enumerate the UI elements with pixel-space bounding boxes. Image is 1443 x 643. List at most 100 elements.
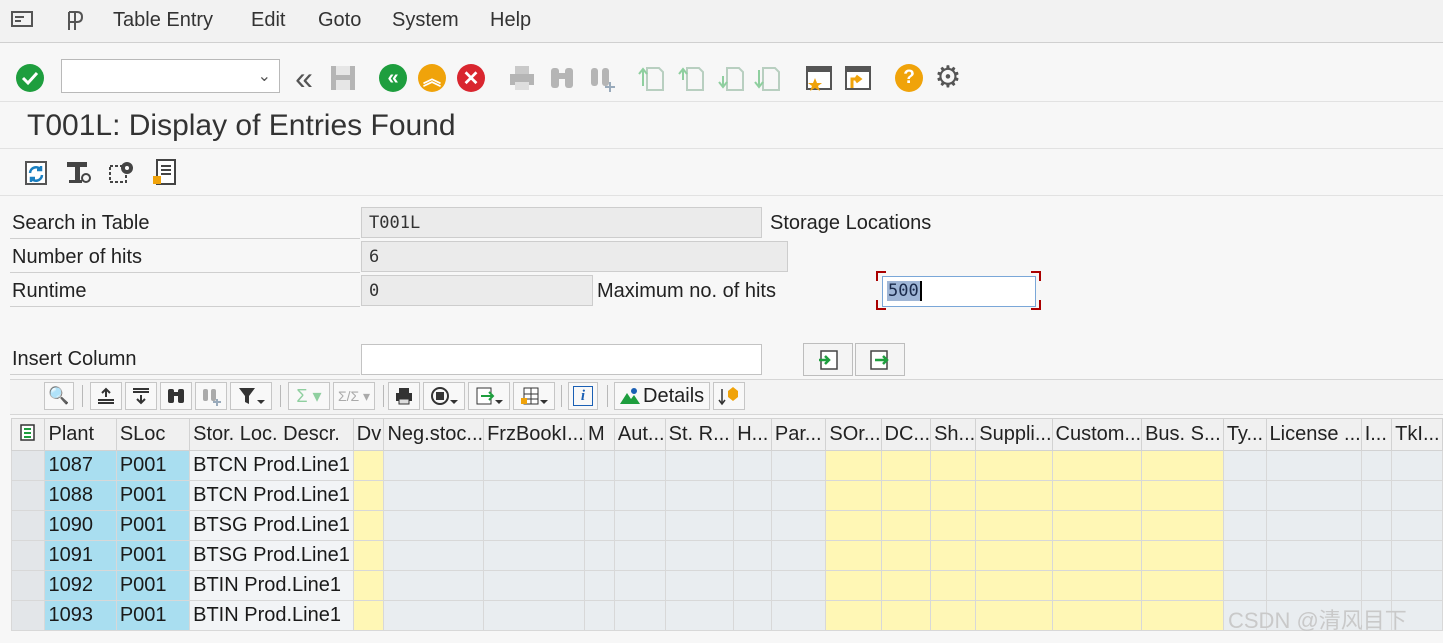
details-view-button[interactable]: 🔍 (44, 382, 74, 410)
first-page-icon[interactable] (636, 63, 666, 93)
table-row[interactable]: 1087 P001 BTCN Prod.Line1 (10, 450, 1443, 481)
table-cell[interactable] (1222, 510, 1267, 541)
table-cell[interactable] (880, 540, 932, 571)
table-cell[interactable] (770, 480, 827, 511)
table-cell[interactable] (383, 510, 485, 541)
table-cell[interactable]: P001 (115, 480, 191, 511)
table-cell[interactable] (1141, 510, 1224, 541)
table-cell[interactable] (1051, 480, 1143, 511)
table-cell[interactable] (880, 510, 932, 541)
table-cell[interactable]: 1091 (44, 540, 117, 571)
menu-icon[interactable] (10, 10, 34, 30)
column-header[interactable]: Suppli... (975, 418, 1053, 451)
column-header[interactable]: St. R... (664, 418, 735, 451)
table-cell[interactable]: 1088 (44, 480, 117, 511)
table-cell[interactable] (825, 480, 882, 511)
table-cell[interactable]: BTSG Prod.Line1 (189, 510, 354, 541)
sap-logo-icon[interactable] (64, 9, 90, 33)
table-cell[interactable] (483, 540, 586, 571)
table-cell[interactable] (352, 510, 385, 541)
table-cell[interactable] (1391, 480, 1443, 511)
table-cell[interactable] (584, 510, 615, 541)
table-cell[interactable] (733, 600, 772, 631)
generate-shortcut-icon[interactable] (843, 63, 873, 93)
table-cell[interactable] (613, 600, 666, 631)
table-cell[interactable] (483, 480, 586, 511)
table-cell[interactable] (733, 570, 772, 601)
table-cell[interactable] (825, 570, 882, 601)
table-cell[interactable] (1141, 570, 1224, 601)
column-header[interactable]: Dv (352, 418, 385, 451)
table-cell[interactable] (584, 480, 615, 511)
table-cell[interactable] (613, 450, 666, 481)
column-header[interactable]: I... (1360, 418, 1393, 451)
column-header[interactable]: Neg.stoc... (383, 418, 485, 451)
insert-after-button[interactable] (855, 343, 905, 376)
layout-button[interactable] (513, 382, 555, 410)
table-cell[interactable] (880, 570, 932, 601)
table-cell[interactable] (483, 450, 586, 481)
column-header[interactable]: H... (733, 418, 772, 451)
table-cell[interactable] (584, 540, 615, 571)
row-selector[interactable] (10, 450, 46, 481)
table-cell[interactable] (825, 510, 882, 541)
table-cell[interactable] (584, 570, 615, 601)
menu-item-goto[interactable]: Goto (318, 9, 361, 32)
table-cell[interactable] (613, 540, 666, 571)
table-cell[interactable] (383, 540, 485, 571)
column-header[interactable]: Custom... (1051, 418, 1143, 451)
table-cell[interactable] (770, 450, 827, 481)
back-icon[interactable]: « (379, 64, 407, 92)
table-cell[interactable] (483, 600, 586, 631)
table-cell[interactable] (1391, 570, 1443, 601)
cancel-icon[interactable]: ✕ (457, 64, 485, 92)
column-header[interactable]: Sh... (930, 418, 977, 451)
table-cell[interactable] (1360, 510, 1393, 541)
table-cell[interactable] (770, 510, 827, 541)
table-cell[interactable] (733, 480, 772, 511)
grid-settings-icon[interactable] (106, 157, 136, 187)
table-cell[interactable] (1141, 540, 1224, 571)
column-header[interactable]: Ty... (1222, 418, 1267, 451)
table-cell[interactable] (1141, 480, 1224, 511)
column-header[interactable]: Aut... (613, 418, 666, 451)
help-icon[interactable]: ? (895, 64, 923, 92)
table-cell[interactable]: BTIN Prod.Line1 (189, 570, 354, 601)
gear-icon[interactable]: ⚙ (932, 61, 964, 94)
table-cell[interactable] (1051, 450, 1143, 481)
table-cell[interactable] (1051, 540, 1143, 571)
table-cell[interactable] (930, 600, 977, 631)
table-cell[interactable] (880, 480, 932, 511)
table-cell[interactable] (383, 480, 485, 511)
table-cell[interactable] (975, 570, 1053, 601)
table-cell[interactable] (352, 540, 385, 571)
table-cell[interactable] (664, 510, 735, 541)
maximum-hits-input[interactable]: 500 (882, 276, 1036, 307)
table-cell[interactable] (352, 480, 385, 511)
table-cell[interactable]: P001 (115, 510, 191, 541)
column-header[interactable]: Par... (770, 418, 827, 451)
table-cell[interactable] (770, 600, 827, 631)
exit-icon[interactable]: ︽ (418, 64, 446, 92)
table-cell[interactable] (930, 480, 977, 511)
sort-ascending-button[interactable] (90, 382, 122, 410)
filter-button[interactable] (230, 382, 272, 410)
table-cell[interactable] (1051, 510, 1143, 541)
subtotal-button[interactable]: Σ/Σ ▾ (333, 382, 375, 410)
table-cell[interactable] (975, 510, 1053, 541)
table-cell[interactable] (825, 540, 882, 571)
table-cell[interactable] (352, 450, 385, 481)
select-all-header[interactable] (10, 418, 46, 451)
column-header[interactable]: TkI... (1391, 418, 1443, 451)
table-cell[interactable] (613, 480, 666, 511)
table-cell[interactable] (664, 570, 735, 601)
table-cell[interactable] (584, 450, 615, 481)
table-cell[interactable] (1265, 570, 1362, 601)
column-header[interactable]: Plant (44, 418, 117, 451)
export-button[interactable] (468, 382, 510, 410)
table-cell[interactable]: 1093 (44, 600, 117, 631)
table-cell[interactable] (930, 450, 977, 481)
command-field[interactable]: ⌄ (61, 59, 280, 93)
table-cell[interactable] (664, 600, 735, 631)
table-cell[interactable]: 1092 (44, 570, 117, 601)
